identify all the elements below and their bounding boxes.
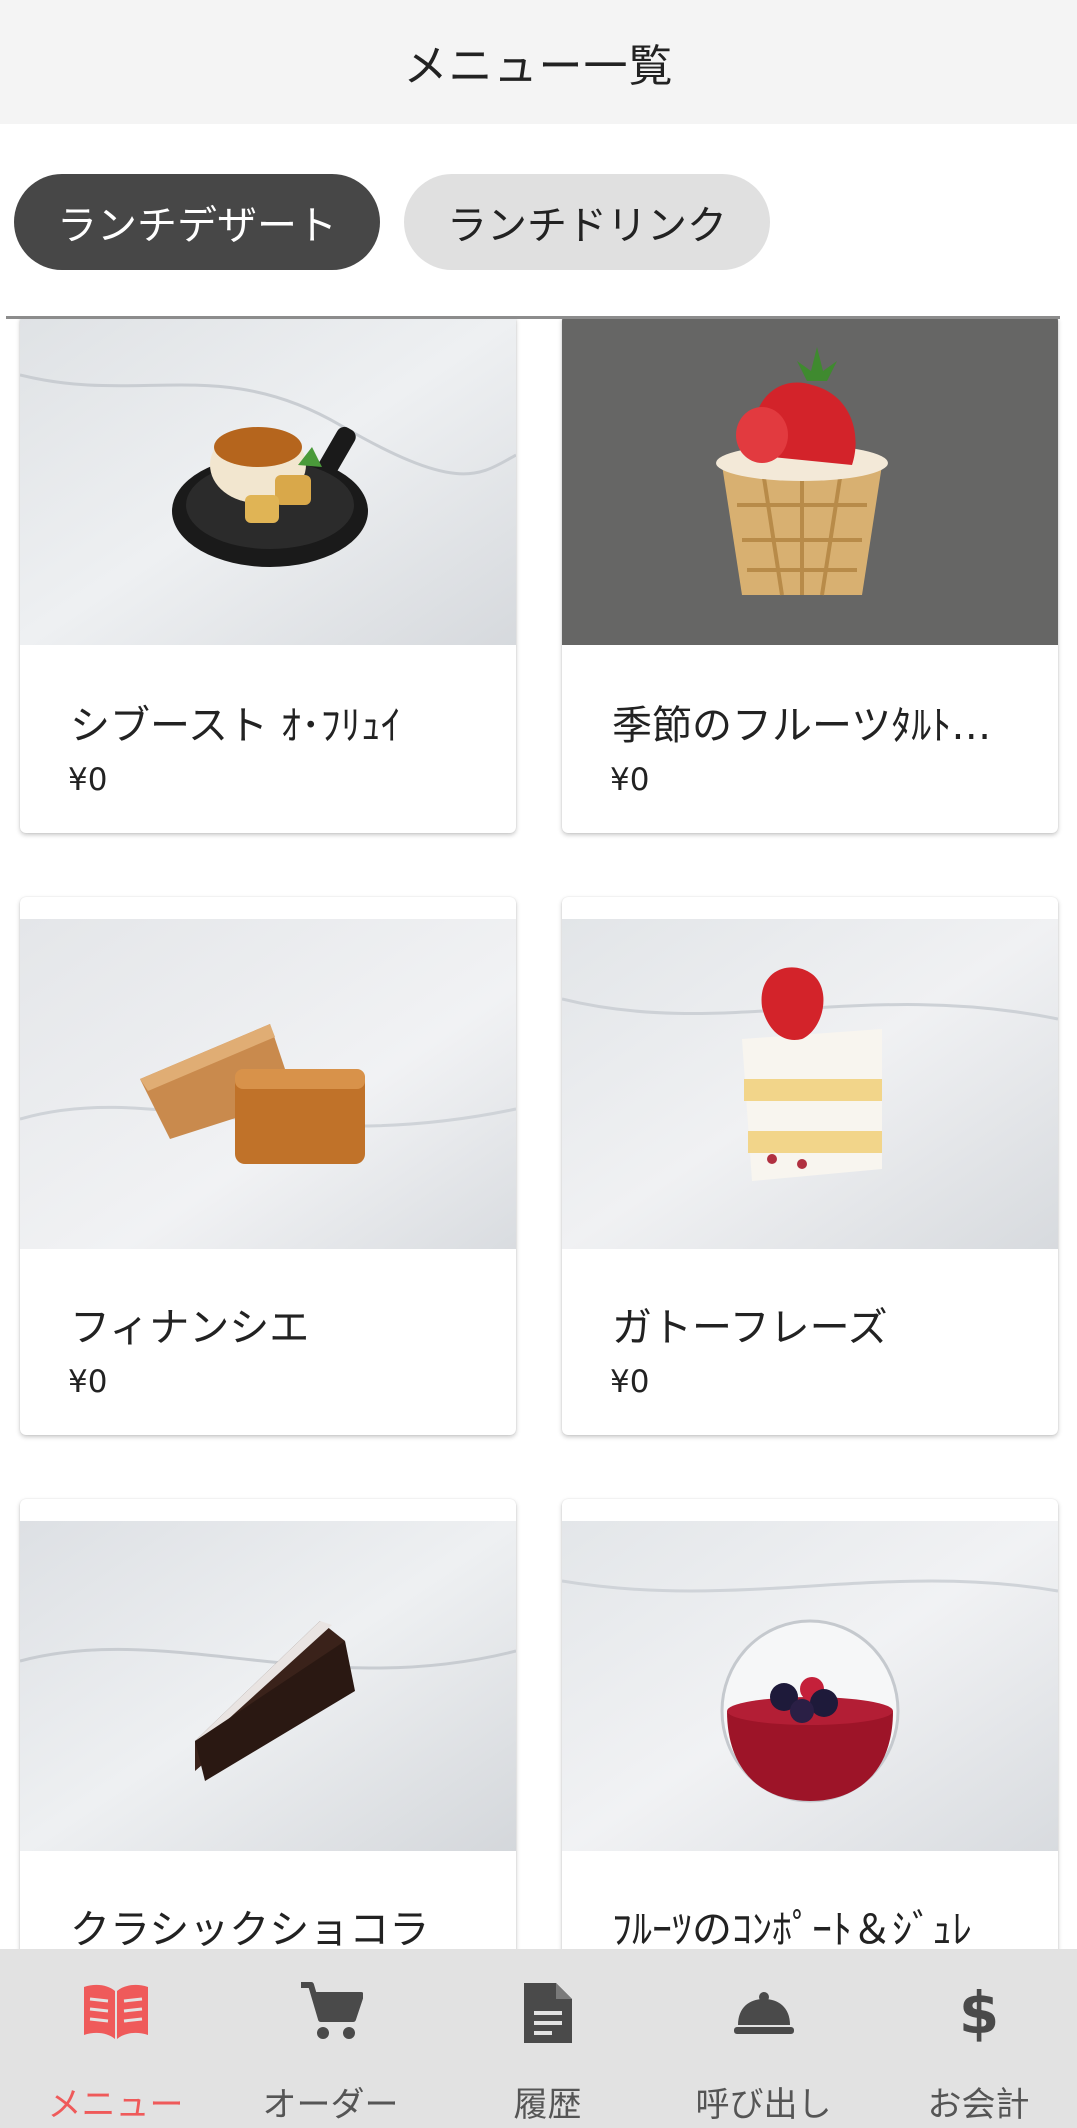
fruit-compote-jelly-image xyxy=(562,1521,1058,1851)
svg-text:$: $ xyxy=(958,1979,998,2043)
menu-card[interactable]: シブースト ｵ･ﾌﾘｭｲ ¥0 xyxy=(20,319,516,833)
menu-grid: シブースト ｵ･ﾌﾘｭｲ ¥0 季節のフルーツﾀﾙﾄ… ¥0 フィナンシエ ¥0… xyxy=(0,319,1077,1949)
nav-label: お会計 xyxy=(927,2085,1030,2125)
strawberry-tart-image xyxy=(562,319,1058,645)
tab-lunch-drink[interactable]: ランチドリンク xyxy=(404,174,770,270)
chocolate-cake-image xyxy=(20,1521,516,1851)
menu-card[interactable]: フィナンシエ ¥0 xyxy=(20,897,516,1435)
cart-icon xyxy=(299,1979,364,2047)
nav-item-menu[interactable]: メニュー xyxy=(8,1949,223,2128)
menu-item-name: クラシックショコラ xyxy=(70,1907,430,1949)
nav-label: 履歴 xyxy=(513,2085,582,2125)
strawberry-shortcake-image xyxy=(562,919,1058,1249)
menu-item-name: フィナンシエ xyxy=(70,1305,310,1351)
menu-book-icon xyxy=(80,1979,152,2047)
nav-item-call[interactable]: 呼び出し xyxy=(656,1949,871,2128)
menu-card[interactable]: ﾌﾙｰﾂのｺﾝﾎﾟｰﾄ＆ｼﾞｭﾚ xyxy=(562,1499,1058,1949)
financier-image xyxy=(20,919,516,1249)
category-tabs: ランチデザート ランチドリンク xyxy=(0,124,1077,318)
menu-item-name: シブースト ｵ･ﾌﾘｭｲ xyxy=(70,703,401,749)
service-bell-icon xyxy=(732,1979,796,2047)
menu-item-price: ¥0 xyxy=(610,1364,650,1400)
bottom-navigation: メニュー オーダー 履歴 呼び出し $ お会計 xyxy=(0,1949,1077,2128)
menu-item-price: ¥0 xyxy=(68,762,108,798)
menu-item-name: ﾌﾙｰﾂのｺﾝﾎﾟｰﾄ＆ｼﾞｭﾚ xyxy=(612,1907,972,1949)
page-title: メニュー一覧 xyxy=(403,41,674,92)
nav-label: オーダー xyxy=(262,2085,399,2125)
tab-lunch-dessert[interactable]: ランチデザート xyxy=(14,174,380,270)
nav-item-checkout[interactable]: $ お会計 xyxy=(871,1949,1077,2128)
menu-card[interactable]: 季節のフルーツﾀﾙﾄ… ¥0 xyxy=(562,319,1058,833)
history-document-icon xyxy=(520,1979,576,2051)
menu-item-name: ガトーフレーズ xyxy=(612,1305,888,1351)
menu-card[interactable]: ガトーフレーズ ¥0 xyxy=(562,897,1058,1435)
menu-card[interactable]: クラシックショコラ xyxy=(20,1499,516,1949)
menu-item-name: 季節のフルーツﾀﾙﾄ… xyxy=(612,703,992,749)
dollar-icon: $ xyxy=(955,1979,1003,2047)
app-header: メニュー一覧 xyxy=(0,0,1077,124)
nav-item-history[interactable]: 履歴 xyxy=(440,1949,655,2128)
creme-brulee-with-apple-image xyxy=(20,319,516,645)
menu-item-price: ¥0 xyxy=(68,1364,108,1400)
menu-item-price: ¥0 xyxy=(610,762,650,798)
nav-label: 呼び出し xyxy=(695,2085,832,2125)
nav-label: メニュー xyxy=(47,2085,184,2125)
nav-item-order[interactable]: オーダー xyxy=(223,1949,438,2128)
